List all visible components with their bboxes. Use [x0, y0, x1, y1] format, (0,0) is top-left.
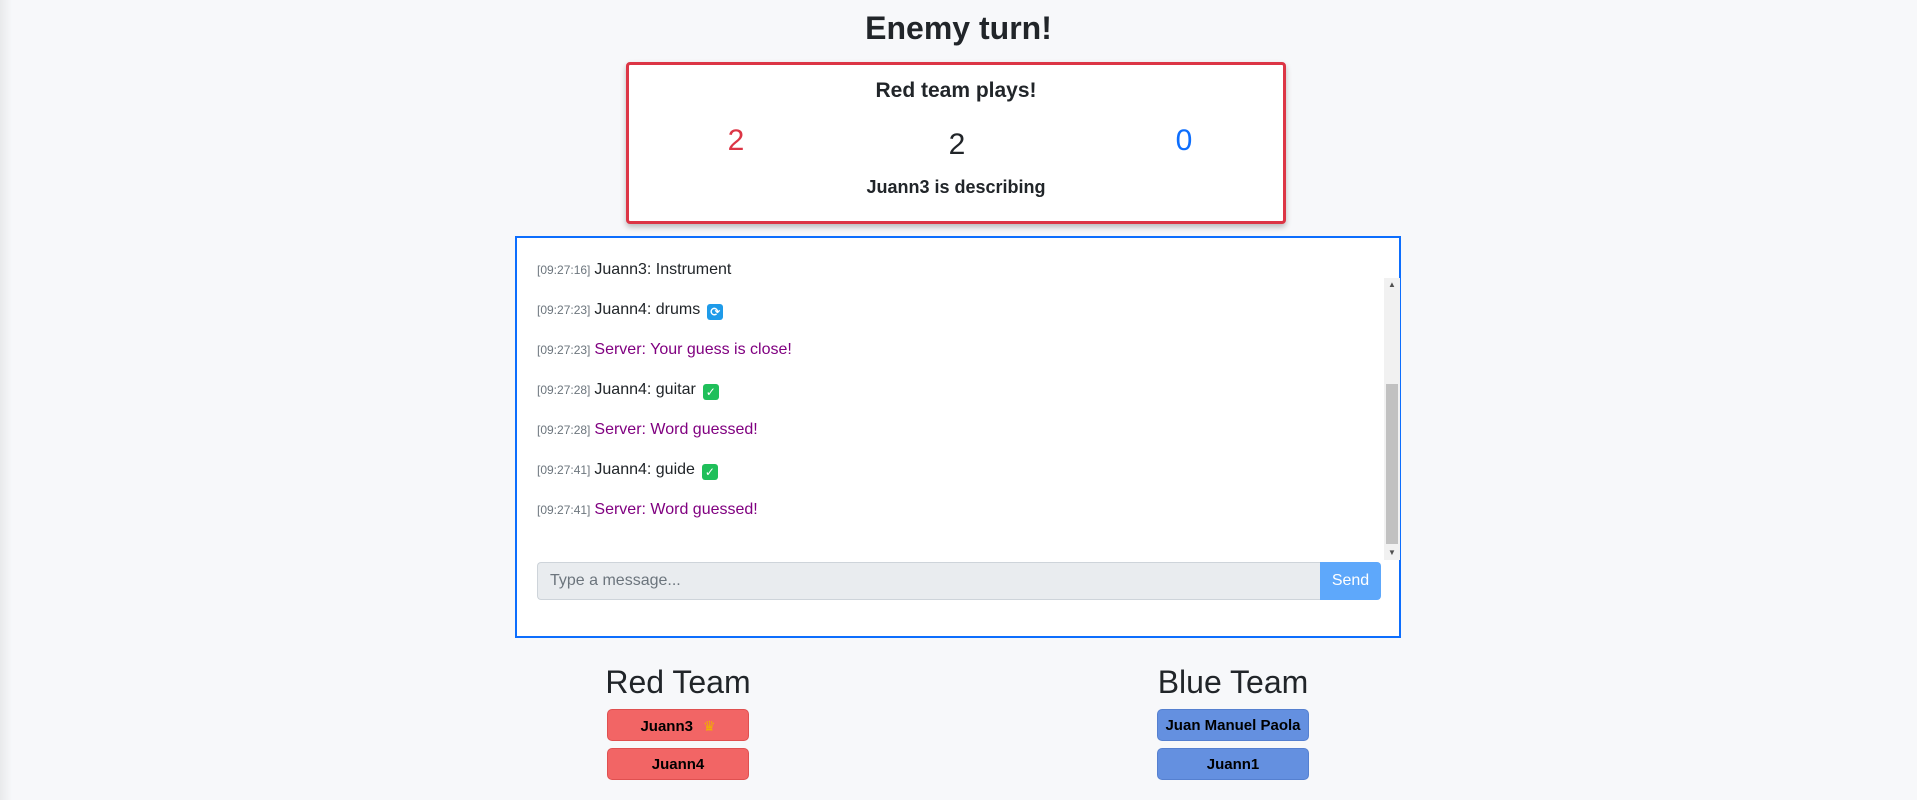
page-edge-shadow: [0, 0, 12, 800]
blue-player-juann1[interactable]: Juann1: [1157, 748, 1309, 780]
message-text: Juann4: drums: [594, 301, 701, 318]
message-text: Server: Word guessed!: [594, 501, 758, 518]
blue-team-title: Blue Team: [1157, 664, 1309, 700]
player-name: Juann1: [1206, 756, 1260, 773]
chat-message: [09:27:41] Juann4: guide ✓: [537, 458, 718, 482]
red-player-juann3[interactable]: Juann3 ♛: [607, 709, 749, 741]
player-name: Juan Manuel Paola: [1165, 717, 1301, 734]
check-icon: ✓: [701, 464, 718, 480]
scroll-down-arrow-icon[interactable]: ▼: [1384, 546, 1400, 560]
blue-player-juan-manuel-paola[interactable]: Juan Manuel Paola: [1157, 709, 1309, 741]
turn-title: Enemy turn!: [865, 10, 1052, 46]
message-time: [09:27:23]: [537, 343, 591, 357]
chat-scrollbar[interactable]: ▲ ▼: [1384, 278, 1400, 560]
message-time: [09:27:23]: [537, 303, 591, 317]
plays-title: Red team plays!: [875, 79, 1037, 102]
chat-panel: [09:27:16] Juann3: Instrument [09:27:23] J…: [515, 236, 1401, 638]
message-time: [09:27:41]: [537, 463, 591, 477]
blue-score: 0: [1175, 124, 1193, 157]
scoreboard: Red team plays! 2 2 0 Juann3 is describi…: [626, 62, 1286, 224]
scroll-thumb[interactable]: [1386, 384, 1398, 544]
chat-message: [09:27:16] Juann3: Instrument: [537, 258, 731, 282]
red-player-juann4[interactable]: Juann4: [607, 748, 749, 780]
message-text: Juann3: Instrument: [594, 261, 732, 278]
chat-message: [09:27:41] Server: Word guessed!: [537, 498, 758, 522]
player-name: Juann4: [651, 756, 705, 773]
message-time: [09:27:16]: [537, 263, 591, 277]
red-score: 2: [727, 124, 745, 157]
describing-status: Juann3 is describing: [866, 177, 1046, 197]
player-name: Juann3: [640, 718, 693, 735]
chat-messages[interactable]: [09:27:16] Juann3: Instrument [09:27:23] J…: [537, 258, 1400, 560]
refresh-icon: ⟳: [707, 304, 724, 320]
message-time: [09:27:28]: [537, 423, 591, 437]
message-text: Juann4: guide: [594, 461, 695, 478]
message-time: [09:27:28]: [537, 383, 591, 397]
send-button[interactable]: Send: [1320, 562, 1381, 600]
message-text: Juann4: guitar: [594, 381, 696, 398]
check-icon: ✓: [702, 384, 719, 400]
chat-message: [09:27:28] Server: Word guessed!: [537, 418, 758, 442]
message-text: Server: Your guess is close!: [594, 341, 792, 358]
chat-message: [09:27:23] Server: Your guess is close!: [537, 338, 792, 362]
center-counter: 2: [948, 128, 966, 161]
chat-message: [09:27:23] Juann4: drums ⟳: [537, 298, 724, 322]
scroll-up-arrow-icon[interactable]: ▲: [1384, 278, 1400, 292]
chat-message: [09:27:28] Juann4: guitar ✓: [537, 378, 719, 402]
chat-message-input[interactable]: [537, 562, 1320, 600]
message-time: [09:27:41]: [537, 503, 591, 517]
crown-icon: ♛: [702, 718, 716, 734]
red-team-title: Red Team: [605, 664, 751, 700]
message-text: Server: Word guessed!: [594, 421, 758, 438]
